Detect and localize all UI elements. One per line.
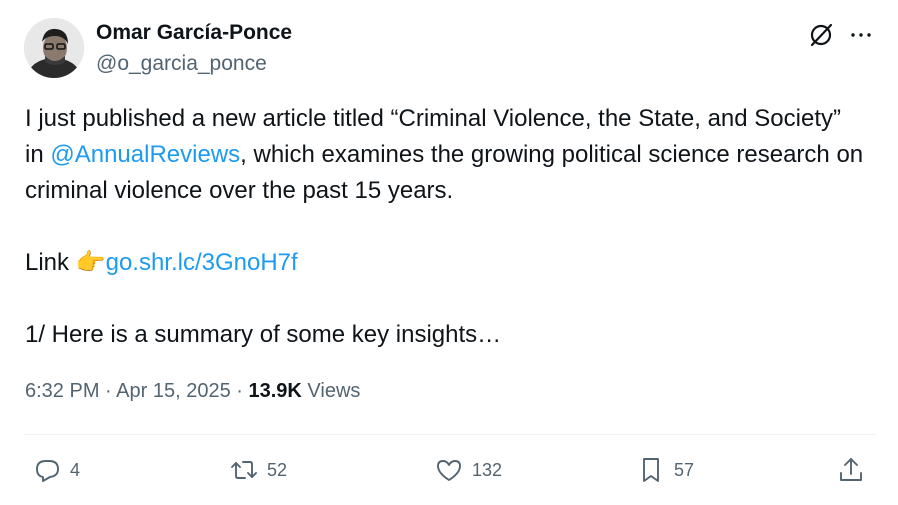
- views-label: Views: [301, 380, 361, 402]
- repost-count: 52: [267, 459, 288, 480]
- article-link[interactable]: go.shr.lc/3GnoH7f: [106, 249, 298, 276]
- views-count: 13.9K: [248, 380, 302, 402]
- share-icon: [840, 458, 862, 481]
- reply-icon: [36, 460, 59, 482]
- pointing-hand-emoji-icon: 👉: [75, 249, 106, 276]
- author-handle[interactable]: @o_garcia_ponce: [96, 52, 267, 76]
- author-display-name[interactable]: Omar García-Ponce: [96, 21, 292, 45]
- bookmark-count: 57: [674, 459, 695, 480]
- divider: [24, 434, 876, 435]
- reply-button[interactable]: 4: [32, 454, 80, 486]
- share-button[interactable]: [836, 454, 866, 486]
- avatar-image: [24, 18, 84, 78]
- action-bar: 4 52 132 57: [0, 450, 898, 490]
- repost-button[interactable]: 52: [229, 454, 287, 486]
- tweet-time[interactable]: 6:32 PM: [25, 380, 99, 402]
- reply-count: 4: [70, 459, 81, 480]
- tweet-link-line: Link 👉go.shr.lc/3GnoH7f: [25, 245, 865, 281]
- more-icon: [851, 33, 871, 37]
- grok-button[interactable]: [806, 20, 836, 50]
- link-prefix: Link: [25, 249, 76, 276]
- more-options-button[interactable]: [846, 20, 876, 50]
- tweet-paragraph: I just published a new article titled “C…: [25, 101, 865, 209]
- thread-line: 1/ Here is a summary of some key insight…: [25, 321, 502, 348]
- mention-link[interactable]: @AnnualReviews: [50, 141, 240, 168]
- tweet-text: I just published a new article titled “C…: [25, 101, 865, 353]
- tweet-meta: 6:32 PM · Apr 15, 2025 · 13.9K Views: [25, 380, 360, 403]
- heart-icon: [437, 460, 461, 481]
- avatar[interactable]: [24, 18, 84, 78]
- like-count: 132: [472, 459, 503, 480]
- like-button[interactable]: 132: [434, 454, 502, 486]
- meta-separator: ·: [230, 380, 249, 402]
- meta-separator: ·: [99, 380, 117, 402]
- repost-icon: [231, 461, 257, 479]
- bookmark-button[interactable]: 57: [636, 454, 694, 486]
- grok-icon: [810, 23, 833, 47]
- tweet-date[interactable]: Apr 15, 2025: [116, 380, 231, 402]
- bookmark-icon: [643, 458, 659, 482]
